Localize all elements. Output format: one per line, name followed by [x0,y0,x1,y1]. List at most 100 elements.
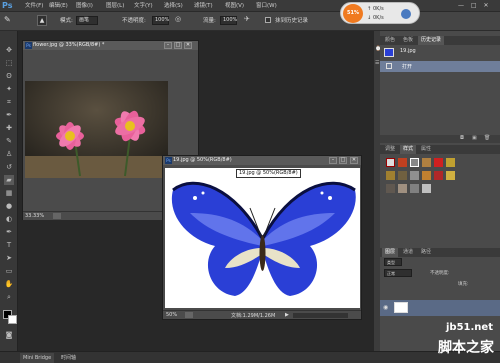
marquee-tool-icon[interactable]: ⬚ [4,58,14,68]
background-color-swatch[interactable] [8,315,17,324]
butterfly-zoom[interactable]: 50% [166,312,177,318]
status-arrow-icon[interactable]: ▶ [285,312,289,318]
menu-image[interactable]: 图像(I) [76,1,93,11]
flower-title: flower.jpg @ 33%(RGB/8#) * [33,42,105,48]
style-swatch[interactable] [386,171,395,180]
style-swatch[interactable] [434,158,443,167]
history-step-row[interactable]: 打开 [380,61,500,72]
quick-select-tool-icon[interactable]: ✦ [4,84,14,94]
history-snapshot-row[interactable]: 19.jpg [380,45,500,59]
style-swatch[interactable] [410,171,419,180]
airbrush-icon[interactable]: ✈ [244,15,254,26]
style-swatch[interactable] [398,171,407,180]
tab-history[interactable]: 历史记录 [418,36,445,45]
hand-tool-icon[interactable]: ✋ [4,279,14,289]
maximize-icon[interactable]: □ [471,2,477,9]
gradient-tool-icon[interactable]: ▦ [4,188,14,198]
close-icon[interactable]: ✕ [484,2,489,9]
tab-color[interactable]: 颜色 [382,36,398,45]
type-tool-icon[interactable]: T [4,240,14,250]
minimize-icon[interactable]: — [458,2,464,9]
pen-tool-icon[interactable]: ✒ [4,227,14,237]
flower-close-icon[interactable]: ✕ [184,42,192,49]
style-swatch[interactable] [386,184,395,193]
new-snapshot-icon[interactable]: ◘ [460,135,464,141]
style-swatch[interactable] [398,158,407,167]
menu-file[interactable]: 文件(F) [25,1,43,11]
menu-filter[interactable]: 滤镜(T) [194,1,213,11]
tab-swatches[interactable]: 色板 [400,36,416,45]
style-swatch[interactable] [410,184,419,193]
tab-timeline[interactable]: 时间轴 [58,353,79,363]
history-brush-tool-icon[interactable]: ✎ [4,15,14,26]
flow-input[interactable]: 100% [220,16,237,25]
style-swatch[interactable] [422,158,431,167]
erase-history-label: 抹到历史记录 [275,18,309,24]
horizontal-scrollbar[interactable] [293,313,348,318]
butterfly-minimize-icon[interactable]: – [329,157,337,164]
style-swatch[interactable] [410,158,419,167]
opacity-input[interactable]: 100% [152,16,169,25]
menu-window[interactable]: 窗口(W) [256,1,277,11]
blur-tool-icon[interactable]: ● [4,201,14,211]
eyedropper-tool-icon[interactable]: ✒ [4,110,14,120]
dodge-tool-icon[interactable]: ◐ [4,214,14,224]
zoom-tool-icon[interactable]: ⌕ [4,292,14,302]
history-brush-icon[interactable]: ↺ [4,162,14,172]
eraser-tool-icon[interactable]: ▰ [4,175,14,185]
pressure-opacity-icon[interactable]: ◎ [175,15,185,26]
brush-tool-icon[interactable]: ✎ [4,136,14,146]
menu-select[interactable]: 选择(S) [164,1,183,11]
layer-row[interactable]: ◉ [380,300,500,316]
flower-zoom[interactable]: 33.33% [25,213,44,219]
eye-icon[interactable]: ◉ [383,304,388,311]
menu-type[interactable]: 文字(Y) [134,1,153,11]
erase-history-checkbox[interactable] [265,17,271,23]
butterfly-status-menu-icon[interactable] [185,312,193,318]
style-swatch[interactable] [446,171,455,180]
layer-filter-select[interactable]: 类型 [384,258,402,266]
tab-layers[interactable]: 图层 [382,248,399,257]
ps-doc-icon: Ps [165,157,172,164]
style-swatch[interactable] [434,171,443,180]
layer-thumbnail [394,302,408,313]
download-icon: ↓ [367,15,372,21]
crop-tool-icon[interactable]: ⌗ [4,97,14,107]
style-swatch[interactable] [422,171,431,180]
healing-tool-icon[interactable]: ✚ [4,123,14,133]
shape-tool-icon[interactable]: ▭ [4,266,14,276]
butterfly-close-icon[interactable]: ✕ [350,157,358,164]
brush-preset-icon[interactable]: ▲ [37,15,47,26]
tab-channels[interactable]: 通道 [400,248,416,257]
bottom-panel-bar: Mini Bridge 时间轴 [0,351,500,363]
tab-mini-bridge[interactable]: Mini Bridge [20,353,55,363]
butterfly-title-bar[interactable]: Ps 19.jpg @ 50%(RGB/8#) – □ ✕ [163,156,361,165]
lasso-tool-icon[interactable]: ʘ [4,71,14,81]
new-document-icon[interactable]: ▣ [472,135,477,141]
menu-edit[interactable]: 编辑(E) [49,1,68,11]
widget-toggle-icon[interactable] [401,9,411,19]
menu-layer[interactable]: 图层(L) [106,1,124,11]
stamp-tool-icon[interactable]: ♙ [4,149,14,159]
style-swatch[interactable] [398,184,407,193]
menu-view[interactable]: 视图(V) [225,1,244,11]
style-none[interactable] [386,158,395,167]
styles-grid [380,154,500,246]
style-swatch[interactable] [446,158,455,167]
delete-icon[interactable]: 🗑 [484,135,490,141]
tab-adjustments[interactable]: 调整 [382,145,398,154]
tab-styles[interactable]: 样式 [400,145,417,154]
butterfly-maximize-icon[interactable]: □ [339,157,347,164]
tab-paths[interactable]: 路径 [418,248,434,257]
flower-title-bar[interactable]: Ps flower.jpg @ 33%(RGB/8#) * – □ ✕ [23,41,198,50]
blend-mode-select[interactable]: 正常 [384,269,412,277]
quick-mask-icon[interactable]: ◙ [4,330,14,340]
style-swatch[interactable] [422,184,431,193]
flower-maximize-icon[interactable]: □ [174,42,182,49]
flower-status-menu-icon[interactable] [53,213,61,219]
mode-select[interactable]: 画笔 [76,16,98,25]
move-tool-icon[interactable]: ✥ [4,45,14,55]
flower-minimize-icon[interactable]: – [164,42,172,49]
path-select-tool-icon[interactable]: ➤ [4,253,14,263]
tab-properties[interactable]: 属性 [418,145,434,154]
